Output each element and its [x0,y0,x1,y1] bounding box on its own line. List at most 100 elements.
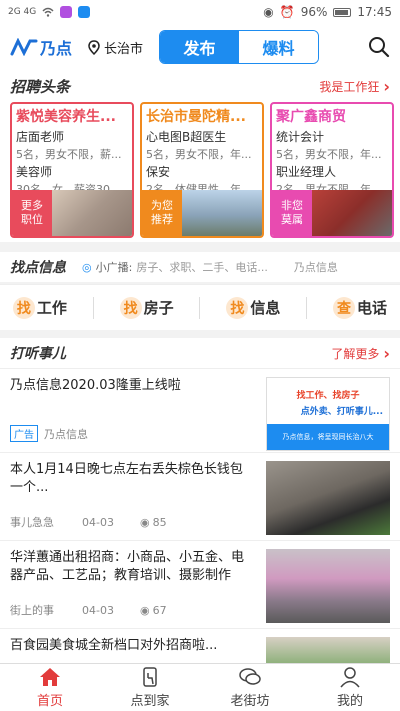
check-phone-button[interactable]: 查 电话 [333,296,388,319]
status-bar: 2G 4G ◉ ⏰ 96% 17:45 [0,0,400,24]
news-thumbnail [266,549,390,623]
job-title: 统计会计 [276,130,325,144]
location-label: 长治市 [104,41,144,57]
news-views: 85 [152,515,167,529]
bottom-tab-bar: 首页 点到家 老街坊 我的 [0,663,400,711]
broadcast-text: 房子、求职、二手、电话... [136,261,268,274]
find-buttons-row: 找 工作 找 房子 找 信息 查 电话 [0,284,400,330]
broadcast-ticker[interactable]: ◎ 小广播: 房子、求职、二手、电话... 乃点信息 [82,259,338,275]
tab-label: 老街坊 [230,694,270,709]
hiring-card[interactable]: 长治市曼陀精... 心电图B超医生 5名，男女不限，年... 保安 2名，体健男… [140,102,264,238]
find-info-header: 找点信息 ◎ 小广播: 房子、求职、二手、电话... 乃点信息 [0,252,400,282]
company-photo [182,190,262,236]
find-button-label: 房子 [143,299,174,317]
ad-banner-image: 找工作、找房子 点外卖、打听事儿... 乃点信息，将呈现同长治八大 [266,377,390,451]
find-info-button[interactable]: 找 信息 [226,296,281,319]
location-selector[interactable]: 长治市 [88,38,143,57]
divider [306,296,308,319]
news-title: 百食园美食城全新档口对外招商啦... [10,638,218,653]
tab-delivery[interactable]: 点到家 [100,664,200,711]
eye-icon: ◉ [139,603,150,617]
location-pin-icon [88,39,100,55]
tab-home[interactable]: 首页 [0,664,100,711]
signal-text: 2G 4G [8,7,37,17]
divider [199,296,201,319]
tab-neighbors[interactable]: 老街坊 [200,664,300,711]
app-logo[interactable]: 乃点 [10,35,80,59]
news-source: 街上的事 [10,604,54,617]
ad-badge: 广告 [10,425,38,442]
job-title: 美容师 [16,165,53,179]
report-button[interactable]: 爆料 [239,31,319,63]
find-job-button[interactable]: 找 工作 [12,296,67,319]
tab-profile[interactable]: 我的 [300,664,400,711]
news-date: 04-03 [82,603,114,617]
listen-more-label: 了解更多 [331,346,380,361]
job-title: 职业经理人 [276,165,337,179]
job-title: 保安 [146,165,171,179]
hiring-card[interactable]: 聚广鑫商贸 统计会计 5名，男女不限，年... 职业经理人 2名，男女不限，年.… [270,102,394,238]
battery-icon [333,7,352,17]
battery-percent: 96% [300,5,328,19]
tab-label: 点到家 [130,694,170,709]
find-button-label: 工作 [36,299,67,317]
company-photo [52,190,132,236]
news-source: 事儿急急 [10,516,54,529]
find-char-icon: 找 [226,296,249,319]
news-views: 67 [152,603,167,617]
news-thumbnail [266,461,390,535]
news-date: 04-03 [82,515,114,529]
hiring-more-link[interactable]: 我是工作狂 › [319,77,390,96]
find-char-icon: 找 [12,296,35,319]
company-photo [312,190,392,236]
card-tag: 更多职位 [12,190,52,236]
find-button-label: 信息 [250,299,281,317]
news-item[interactable]: 乃点信息2020.03隆重上线啦 广告 乃点信息 找工作、找房子 点外卖、打听事… [0,368,400,452]
publish-button[interactable]: 发布 [160,31,240,63]
clock-time: 17:45 [357,5,392,19]
home-icon [40,668,60,686]
app-notification-icon [60,6,73,18]
company-name: 聚广鑫商贸 [276,109,346,125]
news-item[interactable]: 本人1月14日晚七点左右丢失棕色长钱包一个... 事儿急急 04-03 ◉ 85 [0,452,400,540]
chevron-right-icon: › [383,343,390,363]
find-button-label: 电话 [357,299,388,317]
search-icon[interactable] [368,36,390,58]
news-title: 华洋蕙通出租招商：小商品、小五金、电器产品、工艺品；教育培训、摄影制作 [10,550,245,583]
eye-icon: ◉ [263,5,274,19]
news-item[interactable]: 百食园美食城全新档口对外招商啦... [0,628,400,664]
find-char-icon: 查 [333,296,356,319]
hiring-title: 招聘头条 [10,77,71,96]
broadcast-tail: 乃点信息 [293,261,338,274]
find-info-title: 找点信息 [10,260,66,276]
chevron-right-icon: › [383,76,390,96]
news-item[interactable]: 华洋蕙通出租招商：小商品、小五金、电器产品、工艺品；教育培训、摄影制作 街上的事… [0,540,400,628]
job-detail: 5名，男女不限，年... [276,148,382,161]
listen-more-link[interactable]: 了解更多 › [331,344,390,363]
broadcast-label: 小广播: [95,261,133,274]
user-icon [340,667,360,688]
hiring-cards: 紫悦美容养生... 店面老师 5名，男女不限，薪... 美容师 30名，女，薪资… [0,102,400,242]
news-meta: 街上的事 04-03 ◉ 67 [10,602,254,618]
job-detail: 5名，男女不限，薪... [16,148,122,161]
logo-mark-icon [10,38,38,56]
app-header: 乃点 长治市 发布 爆料 [0,24,400,70]
news-thumbnail [266,637,390,664]
alarm-icon: ⏰ [279,5,295,19]
job-title: 店面老师 [16,130,65,144]
app-notification-icon [78,6,91,18]
hiring-section-header: 招聘头条 我是工作狂 › [0,70,400,102]
divider [92,296,94,319]
broadcast-icon: ◎ [82,260,92,274]
hiring-more-label: 我是工作狂 [319,79,380,94]
news-source: 乃点信息 [44,427,88,441]
banner-footer: 乃点信息，将呈现同长治八大 [267,424,389,450]
listen-section-header: 打听事儿 了解更多 › [0,338,400,368]
tap-hand-icon [143,667,157,687]
hiring-card[interactable]: 紫悦美容养生... 店面老师 5名，男女不限，薪... 美容师 30名，女，薪资… [10,102,134,238]
news-title: 本人1月14日晚七点左右丢失棕色长钱包一个... [10,462,243,495]
banner-line: 找工作、找房子 [296,391,360,401]
find-house-button[interactable]: 找 房子 [119,296,174,319]
news-meta: 广告 乃点信息 [10,425,254,442]
logo-text: 乃点 [40,39,73,58]
